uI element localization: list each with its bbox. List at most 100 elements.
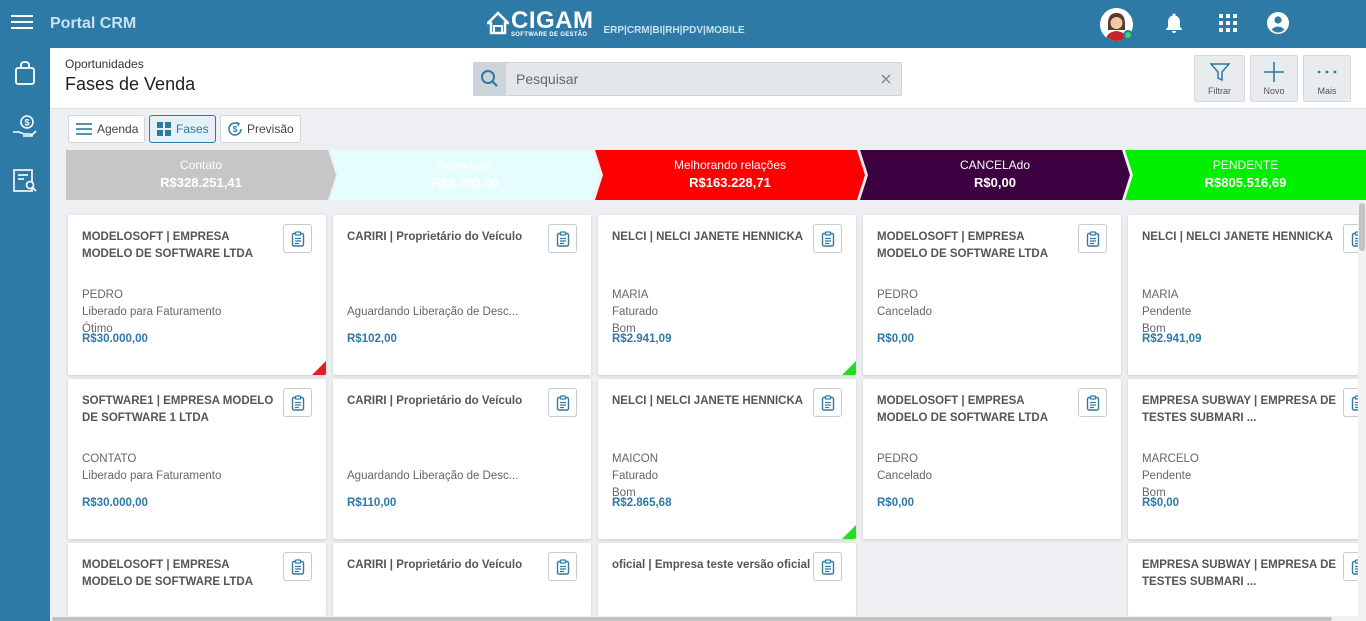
online-status-dot <box>1123 30 1133 40</box>
view-previsao-label: Previsão <box>247 122 294 136</box>
forecast-icon: $ <box>228 121 242 136</box>
top-bar: Portal CRM CIGAM SOFTWARE DE GESTÃO ERP|… <box>0 0 1366 48</box>
card-value: R$0,00 <box>877 497 915 509</box>
report-icon[interactable] <box>12 168 38 194</box>
stage-4[interactable]: PENDENTE R$805.516,69 <box>1125 150 1366 200</box>
opportunity-card[interactable]: CARIRI | Proprietário do Veículo <box>333 543 591 616</box>
view-previsao-button[interactable]: $ Previsão <box>220 115 301 143</box>
card-l1: MARIA <box>612 289 649 301</box>
search-input[interactable] <box>516 70 856 88</box>
card-details-button[interactable] <box>283 552 312 581</box>
opportunity-card[interactable]: NELCI | NELCI JANETE HENNICKA MAICON Fatur… <box>598 379 856 539</box>
card-value: R$2.865,68 <box>612 497 672 509</box>
menu-icon[interactable] <box>11 13 33 33</box>
card-details-button[interactable] <box>1078 224 1107 253</box>
page-header: Oportunidades Fases de Venda Filtrar Nov… <box>50 48 1366 109</box>
stage-total: R$805.516,69 <box>1204 175 1287 190</box>
stage-2[interactable]: Melhorando relações R$163.228,71 <box>595 150 865 200</box>
new-button[interactable]: Novo <box>1250 55 1298 102</box>
stage-name: Contato <box>179 158 223 172</box>
opportunity-card[interactable]: SOFTWARE1 | EMPRESA MODELO DE SOFTWARE 1… <box>68 379 326 539</box>
apps-grid-icon[interactable] <box>1216 11 1240 35</box>
stage-total: R$0,00 <box>974 175 1016 190</box>
hand-money-icon[interactable]: $ <box>12 114 38 140</box>
card-details-button[interactable] <box>1078 388 1107 417</box>
card-l2: Pendente <box>1142 470 1192 482</box>
card-value: R$110,00 <box>347 497 397 509</box>
stage-name: Agendado <box>437 158 493 172</box>
card-title: oficial | Empresa teste versão oficial <box>612 559 811 571</box>
clipboard-icon <box>556 231 569 247</box>
brand-name: CIGAM <box>511 7 594 34</box>
status-flag-green <box>842 361 856 375</box>
card-value: R$0,00 <box>877 333 915 345</box>
new-label: Novo <box>1263 86 1285 96</box>
card-details-button[interactable] <box>813 552 842 581</box>
opportunity-card[interactable]: MODELOSOFT | EMPRESA MODELO DE SOFTWARE … <box>863 379 1121 539</box>
filter-button[interactable]: Filtrar <box>1194 55 1245 102</box>
view-agenda-button[interactable]: Agenda <box>68 115 146 143</box>
vertical-scrollbar[interactable] <box>1358 200 1366 621</box>
clipboard-icon <box>291 231 304 247</box>
more-dots-icon <box>1317 70 1337 74</box>
clipboard-icon <box>1086 395 1099 411</box>
opportunity-card[interactable]: EMPRESA SUBWAY | EMPRESA DE TESTES SUBMA… <box>1128 379 1366 539</box>
card-title: NELCI | NELCI JANETE HENNICKA <box>612 231 804 243</box>
breadcrumb[interactable]: Oportunidades <box>65 57 144 71</box>
brand-tagline: SOFTWARE DE GESTÃO <box>511 32 588 38</box>
view-fases-button[interactable]: Fases <box>149 115 216 143</box>
opportunity-card[interactable]: EMPRESA SUBWAY | EMPRESA DE TESTES SUBMA… <box>1128 543 1366 616</box>
card-value: R$2.941,09 <box>1142 333 1202 345</box>
card-l2: Liberado para Faturamento <box>82 470 222 482</box>
card-l2: Faturado <box>612 470 659 482</box>
stage-3[interactable]: CANCELAdo R$0,00 <box>860 150 1130 200</box>
bag-icon[interactable] <box>12 60 38 86</box>
card-title: MODELOSOFT | EMPRESA MODELO DE SOFTWARE … <box>82 231 254 260</box>
stage-name: CANCELAdo <box>959 158 1031 172</box>
card-l1: PEDRO <box>877 289 918 301</box>
card-title: CARIRI | Proprietário do Veículo <box>347 395 523 407</box>
svg-text:$: $ <box>233 125 238 134</box>
horizontal-scroll-thumb[interactable] <box>52 617 1332 621</box>
card-value: R$30.000,00 <box>82 333 148 345</box>
stage-name: PENDENTE <box>1212 158 1279 172</box>
stage-total: R$8.290,00 <box>431 175 499 190</box>
opportunity-card[interactable]: oficial | Empresa teste versão oficialve… <box>598 543 856 616</box>
card-value: R$2.941,09 <box>612 333 672 345</box>
opportunity-card[interactable]: MODELOSOFT | EMPRESA MODELO DE SOFTWARE … <box>68 543 326 616</box>
more-button[interactable]: Mais <box>1303 55 1351 102</box>
card-details-button[interactable] <box>813 224 842 253</box>
card-l1: MAICON <box>612 453 658 465</box>
plus-icon <box>1264 62 1284 82</box>
account-circle-icon[interactable] <box>1266 11 1290 35</box>
card-details-button[interactable] <box>548 552 577 581</box>
status-flag-red <box>312 361 326 375</box>
svg-text:$: $ <box>24 118 29 128</box>
clear-search-icon[interactable] <box>879 72 893 86</box>
card-details-button[interactable] <box>283 388 312 417</box>
vertical-scroll-thumb[interactable] <box>1359 203 1365 251</box>
stage-name: Melhorando relações <box>673 158 787 172</box>
card-details-button[interactable] <box>548 224 577 253</box>
card-l2: Aguardando Liberação de Desc... <box>347 470 519 482</box>
opportunity-card[interactable]: NELCI | NELCI JANETE HENNICKA MARIA Fatura… <box>598 215 856 375</box>
opportunity-card[interactable]: NELCI | NELCI JANETE HENNICKA MARIA Penden… <box>1128 215 1366 375</box>
bell-icon[interactable] <box>1162 11 1186 35</box>
opportunity-card[interactable]: CARIRI | Proprietário do Veículo Aguardan… <box>333 379 591 539</box>
list-icon <box>76 123 92 135</box>
card-l1: MARIA <box>1142 289 1179 301</box>
status-flag-green <box>842 525 856 539</box>
card-details-button[interactable] <box>548 388 577 417</box>
card-details-button[interactable] <box>283 224 312 253</box>
stage-0[interactable]: Contato R$328.251,41 <box>66 150 336 200</box>
stage-total: R$163.228,71 <box>689 175 771 190</box>
card-l2: Aguardando Liberação de Desc... <box>347 306 519 318</box>
view-fases-label: Fases <box>176 122 209 136</box>
opportunity-card[interactable]: MODELOSOFT | EMPRESA MODELO DE SOFTWARE … <box>68 215 326 375</box>
search-button[interactable] <box>474 63 506 95</box>
opportunity-card[interactable]: CARIRI | Proprietário do Veículo Aguardan… <box>333 215 591 375</box>
stage-1[interactable]: Agendado R$8.290,00 <box>330 150 600 200</box>
card-details-button[interactable] <box>813 388 842 417</box>
card-l2: Cancelado <box>877 470 932 482</box>
opportunity-card[interactable]: MODELOSOFT | EMPRESA MODELO DE SOFTWARE … <box>863 215 1121 375</box>
